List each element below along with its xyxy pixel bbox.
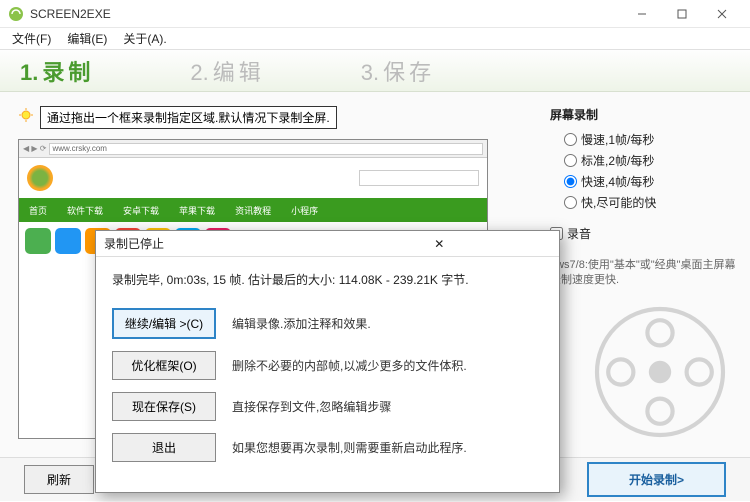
speed-standard[interactable]: 标准,2帧/每秒 — [550, 150, 740, 171]
right-panel: 屏幕录制 慢速,1帧/每秒 标准,2帧/每秒 快速,4帧/每秒 快,尽可能的快 … — [540, 92, 750, 457]
film-reel-icon — [590, 302, 730, 442]
site-nav: 首页 软件下载 安卓下载 苹果下载 资讯教程 小程序 — [19, 198, 487, 222]
app-tile — [25, 228, 51, 254]
save-now-desc: 直接保存到文件,忽略编辑步骤 — [232, 398, 391, 415]
minimize-button[interactable] — [622, 0, 662, 28]
titlebar: SCREEN2EXE — [0, 0, 750, 28]
menu-edit[interactable]: 编辑(E) — [61, 28, 113, 49]
dialog-titlebar: 录制已停止 ✕ — [96, 231, 559, 257]
exit-button[interactable]: 退出 — [112, 433, 216, 462]
menu-file[interactable]: 文件(F) — [6, 28, 57, 49]
browser-toolbar: ◀ ▶ ⟳ www.crsky.com — [19, 140, 487, 158]
dialog-close-button[interactable]: ✕ — [328, 237, 552, 251]
app-tile — [55, 228, 81, 254]
menubar: 文件(F) 编辑(E) 关于(A). — [0, 28, 750, 50]
continue-edit-desc: 编辑录像.添加注释和效果. — [232, 315, 371, 332]
menu-about[interactable]: 关于(A). — [117, 28, 172, 49]
exit-desc: 如果您想要再次录制,则需要重新启动此程序. — [232, 439, 467, 456]
site-header — [19, 158, 487, 198]
optimize-button[interactable]: 优化框架(O) — [112, 351, 216, 380]
dialog-body: 录制完毕, 0m:03s, 15 帧. 估计最后的大小: 114.08K - 2… — [96, 257, 559, 492]
close-button[interactable] — [702, 0, 742, 28]
window-title: SCREEN2EXE — [30, 7, 622, 21]
step-edit[interactable]: 2. 编 辑 — [190, 55, 260, 87]
continue-edit-button[interactable]: 继续/编辑 >(C) — [112, 308, 216, 339]
speed-fastest[interactable]: 快,尽可能的快 — [550, 192, 740, 213]
refresh-button[interactable]: 刷新 — [24, 465, 94, 494]
speed-fast[interactable]: 快速,4帧/每秒 — [550, 171, 740, 192]
site-logo-icon — [27, 165, 53, 191]
step-record[interactable]: 1. 录 制 — [20, 55, 90, 87]
maximize-button[interactable] — [662, 0, 702, 28]
record-section-title: 屏幕录制 — [550, 106, 740, 123]
search-box — [359, 170, 479, 186]
note-text: ows7/8:使用"基本"或"经典"桌面主屏幕录制速度更快. — [550, 252, 740, 289]
optimize-desc: 删除不必要的内部帧,以减少更多的文件体积. — [232, 357, 467, 374]
recording-status: 录制完毕, 0m:03s, 15 帧. 估计最后的大小: 114.08K - 2… — [112, 271, 543, 288]
lightbulb-icon — [18, 108, 34, 127]
dialog-title: 录制已停止 — [104, 235, 328, 252]
address-bar: www.crsky.com — [49, 143, 483, 155]
start-record-button[interactable]: 开始录制> — [587, 462, 726, 497]
recording-stopped-dialog: 录制已停止 ✕ 录制完毕, 0m:03s, 15 帧. 估计最后的大小: 114… — [95, 230, 560, 493]
step-tabs: 1. 录 制 2. 编 辑 3. 保 存 — [0, 50, 750, 92]
step-save[interactable]: 3. 保 存 — [361, 55, 431, 87]
hint-text: 通过拖出一个框来录制指定区域.默认情况下录制全屏. — [40, 106, 337, 129]
window-controls — [622, 0, 742, 28]
app-icon — [8, 6, 24, 22]
record-sound[interactable]: 录音 — [550, 223, 740, 244]
hint-row: 通过拖出一个框来录制指定区域.默认情况下录制全屏. — [18, 106, 522, 129]
speed-slow[interactable]: 慢速,1帧/每秒 — [550, 129, 740, 150]
save-now-button[interactable]: 现在保存(S) — [112, 392, 216, 421]
